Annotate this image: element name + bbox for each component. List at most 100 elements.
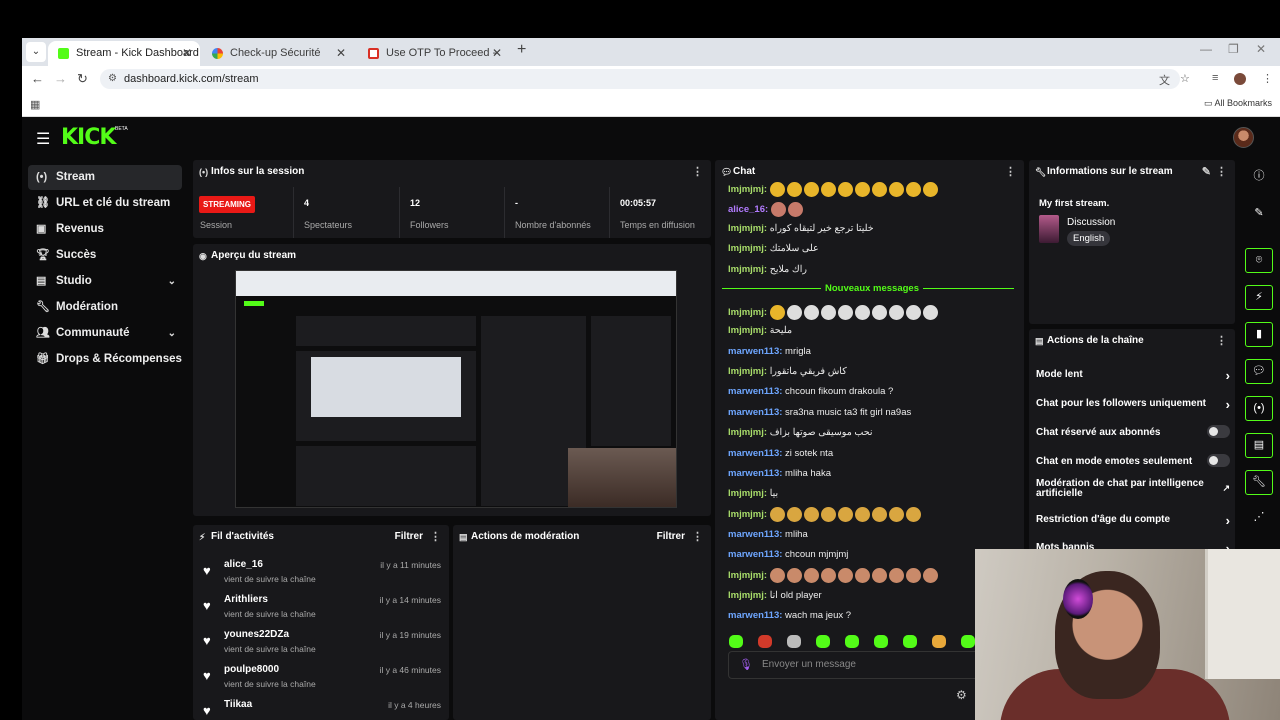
more-options-icon[interactable]: ⋮	[692, 525, 703, 549]
stream-preview-video[interactable]	[235, 270, 677, 508]
reload-icon[interactable]: ↻	[77, 71, 88, 87]
sidebar-item-moderation[interactable]: 🔧︎ Modération	[28, 295, 182, 320]
kick-logo[interactable]: KICK	[61, 125, 116, 150]
emotes-only-toggle[interactable]	[1207, 454, 1230, 467]
forward-icon[interactable]: →	[54, 71, 67, 86]
quick-action-share-icon[interactable]: ⋰	[1245, 505, 1273, 530]
chat-username[interactable]: lmjmjmj:	[728, 307, 767, 318]
chat-username[interactable]: marwen113:	[728, 529, 782, 540]
activity-item[interactable]: ♥ Arithliers vient de suivre la chaîne i…	[201, 592, 441, 627]
url-field[interactable]: ⚙ dashboard.kick.com/stream	[100, 69, 1180, 89]
chat-username[interactable]: marwen113:	[728, 386, 782, 397]
info-icon[interactable]: ⓘ	[1245, 164, 1273, 189]
chat-username[interactable]: lmjmjmj:	[728, 223, 767, 234]
sidebar-item-stream[interactable]: (•) Stream	[28, 165, 182, 190]
more-options-icon[interactable]: ⋮	[1216, 329, 1227, 353]
quick-action-list-icon[interactable]: ▤	[1245, 433, 1273, 458]
chat-message[interactable]: marwen113: zi sotek nta	[728, 448, 833, 459]
tab-search-button[interactable]: ⌄	[26, 42, 46, 62]
more-options-icon[interactable]: ⋮	[1005, 160, 1016, 184]
quick-action-document-icon[interactable]: ▮	[1245, 322, 1273, 347]
chat-message[interactable]: lmjmjmj:	[728, 305, 940, 320]
close-tab-icon[interactable]: ✕	[336, 41, 346, 66]
chat-username[interactable]: marwen113:	[728, 468, 782, 479]
sidebar-item-communaute[interactable]: 👥︎ Communauté ⌄	[28, 321, 182, 346]
reading-list-icon[interactable]: ≡	[1212, 72, 1218, 84]
tab-kick-dashboard[interactable]: Stream - Kick Dashboard ✕	[48, 41, 200, 66]
emote-icon[interactable]	[729, 635, 743, 649]
chat-username[interactable]: marwen113:	[728, 610, 782, 621]
emote-icon[interactable]	[816, 635, 830, 649]
chat-message[interactable]: alice_16:	[728, 202, 805, 217]
site-info-icon[interactable]: ⚙	[108, 69, 117, 89]
chat-message[interactable]: lmjmjmj:	[728, 182, 940, 197]
profile-avatar-icon[interactable]	[1234, 73, 1246, 85]
sidebar-item-url-key[interactable]: ⛓ URL et clé du stream	[28, 191, 182, 216]
emote-icon[interactable]	[961, 635, 975, 649]
tab-gmail-otp[interactable]: Use OTP To Proceed - saidab20 ✕	[358, 41, 510, 84]
ai-moderation-row[interactable]: Modération de chat par intelligence arti…	[1036, 479, 1230, 499]
restore-icon[interactable]: ❐	[1228, 42, 1239, 56]
subscribers-only-toggle[interactable]	[1207, 425, 1230, 438]
close-window-icon[interactable]: ✕	[1256, 42, 1266, 56]
chat-message[interactable]: marwen113: sra3na music ta3 fit girl na9…	[728, 407, 911, 418]
back-icon[interactable]: ←	[31, 71, 44, 86]
chat-message[interactable]: lmjmjmj: كاش فريقي ماتقورا	[728, 366, 847, 377]
tab-checkup-securite[interactable]: Check-up Sécurité ✕	[202, 41, 354, 66]
chat-username[interactable]: lmjmjmj:	[728, 243, 767, 254]
chat-username[interactable]: lmjmjmj:	[728, 570, 767, 581]
filter-button[interactable]: Filtrer	[395, 525, 423, 549]
chat-message[interactable]: lmjmjmj: انا old player	[728, 590, 822, 601]
chat-username[interactable]: alice_16:	[728, 204, 768, 215]
chat-message[interactable]: lmjmjmj: خليتا ترجع خير لتيقاه كوراه	[728, 223, 874, 234]
stream-category[interactable]: Discussion	[1067, 217, 1115, 228]
age-restriction-row[interactable]: Restriction d'âge du compte ›	[1036, 513, 1230, 528]
chat-username[interactable]: lmjmjmj:	[728, 325, 767, 336]
chat-settings-gear-icon[interactable]: ⚙	[956, 688, 967, 702]
sidebar-item-revenus[interactable]: ▣ Revenus	[28, 217, 182, 242]
quick-action-camera-icon[interactable]: ⌾	[1245, 248, 1273, 273]
translate-icon[interactable]: 文	[1159, 72, 1170, 88]
chat-message[interactable]: lmjmjmj:	[728, 507, 923, 522]
activity-item[interactable]: ♥ poulpe8000 vient de suivre la chaîne i…	[201, 662, 441, 697]
chat-username[interactable]: lmjmjmj:	[728, 590, 767, 601]
edit-icon[interactable]: ✎	[1245, 201, 1273, 226]
chat-message[interactable]: marwen113: chcoun fikoum drakoula ?	[728, 386, 893, 397]
quick-action-wrench-icon[interactable]: 🔧︎	[1245, 470, 1273, 495]
chat-message[interactable]: marwen113: mliha	[728, 529, 808, 540]
chat-message[interactable]: lmjmjmj: بيا	[728, 488, 778, 499]
chat-message[interactable]: lmjmjmj:	[728, 568, 940, 583]
activity-item[interactable]: ♥ Tiikaa il y a 4 heures	[201, 697, 441, 720]
chat-username[interactable]: lmjmjmj:	[728, 264, 767, 275]
chat-message[interactable]: lmjmjmj: مليحة	[728, 325, 792, 336]
microphone-icon[interactable]: 🎙︎	[739, 652, 753, 678]
quick-action-chat-icon[interactable]: 💬︎	[1245, 359, 1273, 384]
chat-message[interactable]: marwen113: chcoun mjmjmj	[728, 549, 848, 560]
emote-icon[interactable]	[845, 635, 859, 649]
sidebar-item-studio[interactable]: ▤ Studio ⌄	[28, 269, 182, 294]
new-messages-label[interactable]: Nouveaux messages	[821, 283, 923, 294]
activity-item[interactable]: ♥ alice_16 vient de suivre la chaîne il …	[201, 557, 441, 592]
emote-icon[interactable]	[874, 635, 888, 649]
apps-grid-icon[interactable]: ▦	[30, 98, 40, 111]
chat-message[interactable]: lmjmjmj: راك ملايح	[728, 264, 807, 275]
more-options-icon[interactable]: ⋮	[692, 160, 703, 184]
minimize-icon[interactable]: —	[1200, 42, 1212, 56]
emote-icon[interactable]	[932, 635, 946, 649]
chat-username[interactable]: marwen113:	[728, 549, 782, 560]
chat-message[interactable]: marwen113: wach ma jeux ?	[728, 610, 851, 621]
chat-username[interactable]: lmjmjmj:	[728, 427, 767, 438]
emote-icon[interactable]	[787, 635, 801, 649]
user-avatar[interactable]	[1233, 127, 1254, 148]
chat-username[interactable]: lmjmjmj:	[728, 509, 767, 520]
emote-icon[interactable]	[903, 635, 917, 649]
sidebar-item-drops[interactable]: 🎁︎ Drops & Récompenses	[28, 347, 182, 372]
chat-message[interactable]: marwen113: mliha haka	[728, 468, 831, 479]
quick-action-broadcast-icon[interactable]: (•)	[1245, 396, 1273, 421]
sidebar-item-succes[interactable]: 🏆︎ Succès	[28, 243, 182, 268]
new-tab-icon[interactable]: +	[517, 41, 526, 59]
chat-username[interactable]: marwen113:	[728, 448, 782, 459]
chat-message[interactable]: marwen113: mrigla	[728, 346, 811, 357]
more-options-icon[interactable]: ⋮	[430, 525, 441, 549]
slow-mode-row[interactable]: Mode lent ›	[1036, 368, 1230, 383]
